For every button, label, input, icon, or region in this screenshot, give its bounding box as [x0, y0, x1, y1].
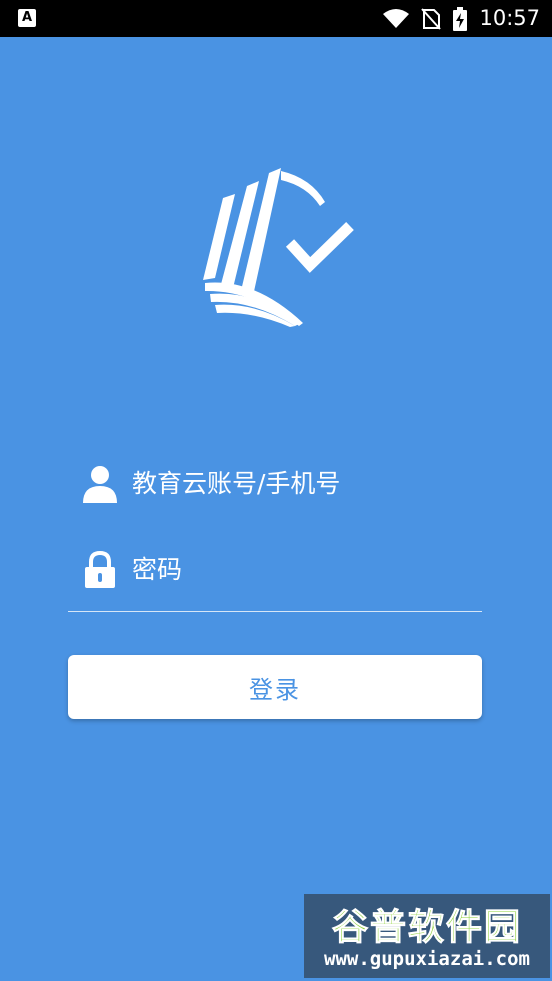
login-button[interactable]: 登录	[68, 655, 482, 719]
user-icon	[83, 466, 117, 503]
watermark: 谷普软件园 www.gupuxiazai.com	[304, 894, 550, 978]
wifi-icon	[383, 8, 410, 28]
status-time: 10:57	[479, 6, 540, 30]
notification-icon: A	[18, 9, 36, 27]
watermark-title: 谷普软件园	[331, 907, 522, 949]
lock-icon	[85, 551, 115, 588]
password-input[interactable]	[132, 539, 472, 599]
account-row	[68, 453, 482, 513]
password-underline	[68, 611, 482, 612]
status-bar: A 10:57	[0, 0, 552, 37]
status-icons: 10:57	[383, 0, 540, 37]
no-sim-icon	[421, 7, 442, 30]
account-input[interactable]	[132, 453, 472, 513]
watermark-url: www.gupuxiazai.com	[324, 948, 530, 970]
password-row	[68, 539, 482, 599]
book-check-logo	[203, 168, 354, 327]
battery-charging-icon	[453, 6, 468, 31]
